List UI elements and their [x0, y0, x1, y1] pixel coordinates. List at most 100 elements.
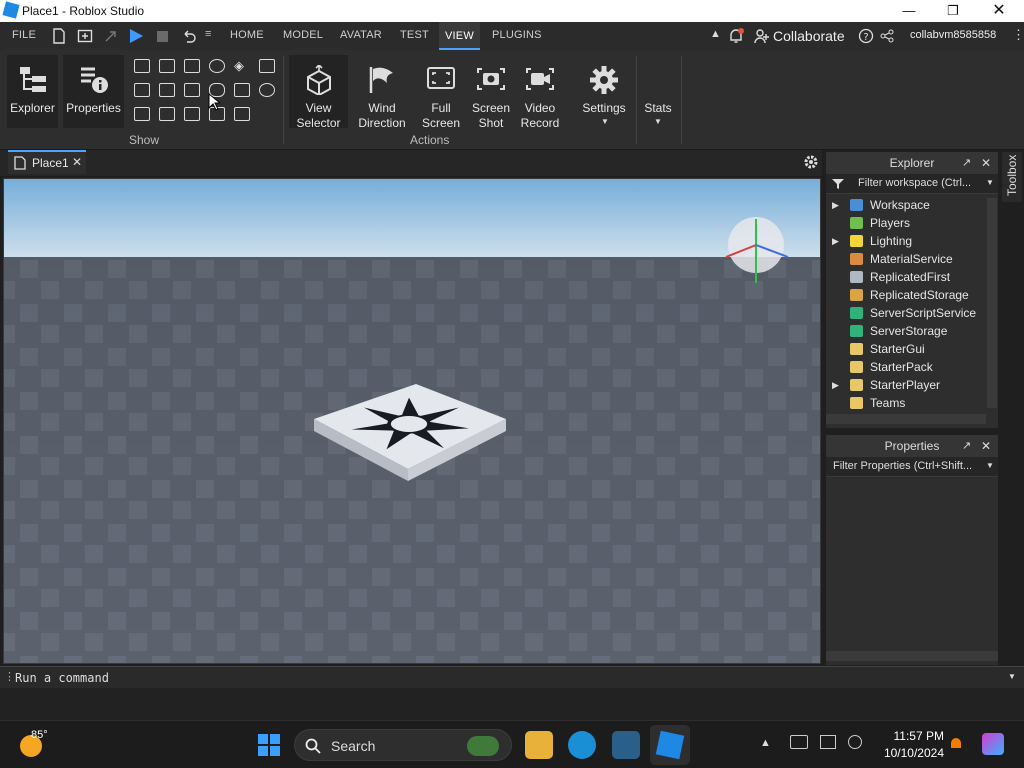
command-input[interactable]: Run a command [15, 671, 109, 685]
expand-arrow-icon[interactable]: ▶ [832, 232, 839, 250]
volume-icon[interactable] [848, 735, 862, 749]
tag-editor-icon[interactable]: ◈ [234, 58, 244, 74]
explorer-item-starterpack[interactable]: StarterPack [826, 358, 986, 376]
close-explorer-icon[interactable]: ✕ [981, 152, 991, 174]
filter-dropdown-icon[interactable]: ▼ [986, 178, 994, 187]
find-results-icon[interactable] [159, 83, 175, 97]
terrain-editor-icon[interactable] [134, 107, 150, 121]
command-dropdown-icon[interactable]: ▼ [1008, 672, 1016, 681]
play-icon[interactable] [128, 27, 144, 45]
undo-icon[interactable] [181, 28, 197, 44]
roblox-studio-taskbar-button[interactable] [650, 725, 690, 765]
full-screen-button[interactable]: Full Screen [418, 55, 464, 131]
explorer-item-starterplayer[interactable]: ▶ StarterPlayer [826, 376, 986, 394]
explorer-item-materialservice[interactable]: MaterialService [826, 250, 986, 268]
copilot-icon[interactable] [982, 733, 1004, 755]
tab-place1[interactable]: Place1 ✕ [8, 150, 86, 174]
screenshot-button[interactable]: Screen Shot [468, 55, 514, 130]
taskbar-search[interactable]: Search [294, 729, 512, 761]
explorer-button[interactable]: Explorer [7, 55, 58, 128]
output-icon[interactable] [159, 59, 175, 73]
notifications-bell-icon[interactable] [948, 735, 964, 753]
explorer-item-teams[interactable]: Teams [826, 394, 986, 412]
expand-arrow-icon[interactable]: ▶ [832, 196, 839, 214]
explorer-scrollbar[interactable] [987, 198, 997, 408]
script-performance-icon[interactable] [184, 59, 200, 73]
video-record-button[interactable]: Video Record [517, 55, 563, 130]
explorer-item-serverstorage[interactable]: ServerStorage [826, 322, 986, 340]
tab-home[interactable]: HOME [230, 29, 264, 41]
network-icon[interactable] [790, 735, 808, 749]
settings-button[interactable]: Settings ▼ [577, 55, 631, 128]
properties-button[interactable]: Properties [63, 55, 124, 128]
notification-bell-icon[interactable] [728, 27, 744, 45]
new-file-icon[interactable] [52, 28, 66, 44]
windows-start-icon[interactable] [257, 733, 281, 757]
properties-filter-dropdown-icon[interactable]: ▼ [986, 461, 994, 470]
quick-access-dropdown-icon[interactable]: ≡ [205, 28, 211, 40]
tab-view[interactable]: VIEW [439, 22, 480, 50]
stats-button[interactable]: Stats ▼ [640, 55, 676, 128]
performance-stats-icon[interactable] [184, 107, 200, 121]
explorer-hscrollbar[interactable] [826, 414, 986, 424]
wind-direction-button[interactable]: Wind Direction [354, 55, 410, 130]
view-selector-button[interactable]: View Selector [289, 55, 348, 130]
close-tab-icon[interactable]: ✕ [72, 155, 82, 169]
tab-plugins[interactable]: PLUGINS [492, 29, 542, 41]
team-create-icon[interactable] [184, 83, 200, 97]
minimize-button[interactable]: — [886, 0, 932, 22]
explorer-item-replicatedfirst[interactable]: ReplicatedFirst [826, 268, 986, 286]
toolbox-icon[interactable] [134, 59, 150, 73]
tab-model[interactable]: MODEL [283, 29, 323, 41]
file-menu[interactable]: FILE [12, 29, 36, 41]
viewport-settings-gear-icon[interactable] [803, 154, 819, 170]
clock-date[interactable]: 10/10/2024 [874, 746, 944, 760]
close-properties-icon[interactable]: ✕ [981, 435, 991, 457]
history-icon[interactable] [259, 83, 275, 97]
clock-time[interactable]: 11:57 PM [874, 729, 944, 743]
redo-share-icon[interactable] [104, 29, 118, 43]
help-icon[interactable]: ? [858, 28, 874, 44]
collapse-ribbon-icon[interactable]: ▲ [710, 28, 721, 40]
share-icon[interactable] [879, 28, 895, 44]
collaborate-icon[interactable] [754, 28, 770, 44]
display-icon[interactable] [820, 735, 836, 749]
task-scheduler-icon[interactable] [209, 59, 225, 73]
explorer-item-label: StarterGui [870, 342, 925, 356]
asset-manager-icon[interactable] [134, 83, 150, 97]
tab-avatar[interactable]: AVATAR [340, 29, 382, 41]
command-bar[interactable]: ⋮ Run a command ▼ [0, 666, 1024, 688]
command-bar-icon[interactable] [159, 107, 175, 121]
explorer-item-lighting[interactable]: ▶ Lighting [826, 232, 986, 250]
file-explorer-icon[interactable] [525, 731, 553, 759]
expand-arrow-icon[interactable]: ▶ [832, 376, 839, 394]
3d-viewport[interactable] [3, 178, 821, 664]
maximize-button[interactable]: ❐ [930, 0, 976, 22]
video-record-line1: Video [524, 101, 556, 115]
explorer-item-workspace[interactable]: ▶ Workspace [826, 196, 986, 214]
undock-properties-icon[interactable]: ↗ [962, 435, 971, 457]
tab-test[interactable]: TEST [400, 29, 429, 41]
properties-hscrollbar[interactable] [826, 651, 998, 661]
username-label[interactable]: collabvm8585858 [910, 29, 996, 41]
edge-browser-icon[interactable] [568, 731, 596, 759]
collaborate-button[interactable]: Collaborate [773, 28, 845, 44]
command-palette-icon[interactable] [234, 83, 250, 97]
show-hidden-icons[interactable]: ▲ [760, 737, 771, 749]
watch-icon[interactable] [234, 107, 250, 121]
more-options-icon[interactable]: ⋮ [1012, 27, 1024, 43]
explorer-item-players[interactable]: Players [826, 214, 986, 232]
explorer-item-replicatedstorage[interactable]: ReplicatedStorage [826, 286, 986, 304]
publish-icon[interactable] [77, 28, 93, 44]
full-screen-label: Full Screen [418, 101, 464, 131]
close-button[interactable]: ✕ [976, 0, 1022, 22]
dolphin-app-icon[interactable] [612, 731, 640, 759]
stop-icon[interactable] [157, 31, 168, 42]
toolbox-side-tab[interactable]: Toolbox [1002, 152, 1022, 202]
game-settings-icon[interactable] [259, 59, 275, 73]
undock-icon[interactable]: ↗ [962, 152, 971, 174]
explorer-item-startergui[interactable]: StarterGui [826, 340, 986, 358]
explorer-filter[interactable]: Filter workspace (Ctrl... ▼ [826, 174, 998, 194]
explorer-item-serverscriptservice[interactable]: ServerScriptService [826, 304, 986, 322]
properties-filter[interactable]: Filter Properties (Ctrl+Shift... ▼ [826, 457, 998, 477]
